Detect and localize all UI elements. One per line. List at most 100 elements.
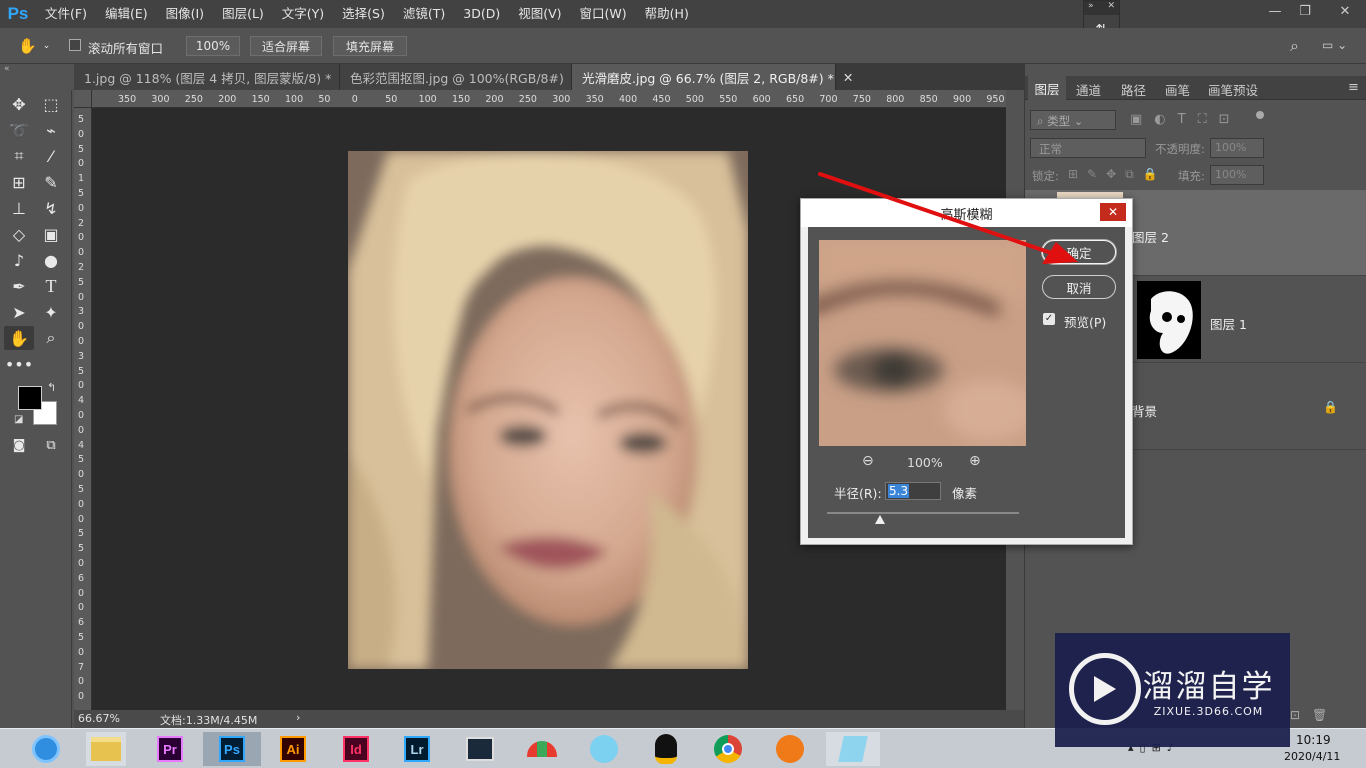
restore-button[interactable]: ❐ — [1290, 0, 1320, 22]
menu-edit[interactable]: 编辑(E) — [96, 0, 157, 28]
dialog-close-button[interactable]: ✕ — [1100, 203, 1126, 221]
menu-help[interactable]: 帮助(H) — [636, 0, 698, 28]
notepad-icon[interactable] — [826, 732, 880, 766]
premiere-icon[interactable]: Pr — [150, 732, 190, 766]
quick-mask-icon[interactable]: ◙ — [6, 434, 32, 456]
close-tab-icon[interactable]: ✕ — [843, 70, 853, 85]
file-explorer-icon[interactable] — [86, 732, 126, 766]
menu-image[interactable]: 图像(I) — [157, 0, 213, 28]
path-select-tool-icon[interactable]: ➤ — [6, 301, 32, 323]
menu-file[interactable]: 文件(F) — [36, 0, 96, 28]
zoom-readout[interactable]: 66.67% — [78, 712, 120, 725]
swap-colors-icon[interactable]: ↰ — [47, 381, 56, 394]
clone-stamp-tool-icon[interactable]: ⊥ — [6, 197, 32, 219]
brush-tool-icon[interactable]: ✎ — [38, 171, 64, 193]
zoom-100-button[interactable]: 100% — [186, 36, 240, 56]
orange-app-icon[interactable] — [770, 732, 810, 766]
tab-brushes[interactable]: 画笔 — [1165, 78, 1190, 100]
radius-slider-track[interactable] — [827, 512, 1019, 514]
dodge-tool-icon[interactable]: ● — [38, 249, 64, 271]
search-icon[interactable]: ⌕ — [1290, 36, 1310, 56]
zoom-out-icon[interactable]: ⊖ — [862, 453, 874, 469]
lightroom-icon[interactable]: Lr — [397, 732, 437, 766]
radius-input[interactable]: 5.3 — [885, 482, 941, 500]
tab-channels[interactable]: 通道 — [1076, 78, 1101, 100]
default-colors-icon[interactable]: ◪ — [14, 414, 23, 425]
menu-type[interactable]: 文字(Y) — [273, 0, 333, 28]
tab-brush-presets[interactable]: 画笔预设 — [1208, 78, 1258, 100]
history-brush-tool-icon[interactable]: ↯ — [38, 197, 64, 219]
menu-layer[interactable]: 图层(L) — [213, 0, 273, 28]
menu-view[interactable]: 视图(V) — [509, 0, 570, 28]
opacity-input[interactable]: 100% — [1210, 138, 1264, 158]
ruler-tick-label: 150 — [452, 94, 471, 105]
minimize-button[interactable]: — — [1260, 0, 1290, 22]
blend-mode-select[interactable]: 正常 — [1030, 138, 1146, 158]
workspace-icon[interactable]: ▭ ⌄ — [1322, 38, 1348, 54]
layer-name[interactable]: 图层 2 — [1132, 227, 1169, 246]
photoshop-taskbar-icon[interactable]: Ps — [203, 732, 261, 766]
video-editor-icon[interactable] — [460, 732, 500, 766]
umbrella-app-icon[interactable] — [522, 732, 562, 766]
layer-footer-icons[interactable]: ⊡🗑 — [1290, 708, 1339, 722]
move-tool-icon[interactable]: ✥ — [6, 93, 32, 115]
quick-select-tool-icon[interactable]: ⌁ — [38, 119, 64, 141]
menu-filter[interactable]: 滤镜(T) — [394, 0, 454, 28]
layer-name[interactable]: 背景 — [1132, 401, 1157, 420]
radius-slider-thumb[interactable] — [875, 515, 885, 524]
lasso-tool-icon[interactable]: ➰ — [6, 119, 32, 141]
foreground-color-swatch-top[interactable] — [18, 386, 42, 410]
doc-size-readout: 文档:1.33M/4.45M — [160, 714, 258, 727]
indesign-icon[interactable]: Id — [336, 732, 376, 766]
collapse-toolbar-icon[interactable]: « — [4, 64, 10, 74]
panel-menu-icon[interactable]: ≡ — [1348, 80, 1359, 95]
status-menu-arrow[interactable]: › — [296, 711, 300, 724]
blur-tool-icon[interactable]: ♪ — [6, 249, 32, 271]
eraser-tool-icon[interactable]: ◇ — [6, 223, 32, 245]
zoom-tool-icon[interactable]: ⌕ — [38, 327, 64, 349]
tab-doc-1[interactable]: 1.jpg @ 118% (图层 4 拷贝, 图层蒙版/8) *✕ — [74, 64, 351, 90]
scroll-all-checkbox[interactable] — [69, 39, 81, 51]
layer-kind-filter[interactable]: ⌕ 类型 ⌄ — [1030, 110, 1116, 130]
close-window-button[interactable]: ✕ — [1330, 0, 1360, 22]
filter-icons[interactable]: ▣◐T⛶⊡ — [1130, 112, 1242, 127]
illustrator-icon[interactable]: Ai — [273, 732, 313, 766]
clock-date[interactable]: 2020/4/11 — [1284, 750, 1340, 763]
menu-select[interactable]: 选择(S) — [333, 0, 394, 28]
fill-input[interactable]: 100% — [1210, 165, 1264, 185]
healing-brush-tool-icon[interactable]: ⊞ — [6, 171, 32, 193]
ruler-origin[interactable] — [74, 90, 92, 108]
fit-screen-button[interactable]: 适合屏幕 — [250, 36, 322, 56]
tab-doc-2[interactable]: 色彩范围抠图.jpg @ 100%(RGB/8#)✕ — [340, 64, 583, 90]
marquee-tool-icon[interactable]: ⬚ — [38, 93, 64, 115]
zoom-in-icon[interactable]: ⊕ — [969, 453, 981, 469]
preview-checkbox[interactable]: ✓ — [1043, 313, 1055, 325]
ruler-tick-label: 5 — [78, 188, 85, 199]
chat-bird-icon[interactable] — [584, 732, 624, 766]
layer-name[interactable]: 图层 1 — [1210, 314, 1247, 333]
gradient-tool-icon[interactable]: ▣ — [38, 223, 64, 245]
browser-icon[interactable] — [26, 732, 66, 766]
screen-mode-icon[interactable]: ⧉ — [38, 434, 64, 456]
shape-tool-icon[interactable]: ✦ — [38, 301, 64, 323]
tab-layers[interactable]: 图层 — [1028, 76, 1066, 100]
type-tool-icon[interactable]: T — [38, 275, 64, 297]
tab-doc-3[interactable]: 光滑磨皮.jpg @ 66.7% (图层 2, RGB/8#) * ✕ — [572, 64, 853, 90]
menu-window[interactable]: 窗口(W) — [571, 0, 636, 28]
eyedropper-tool-icon[interactable]: ⁄ — [38, 145, 64, 167]
tab-paths[interactable]: 路径 — [1121, 78, 1146, 100]
filter-toggle-icon[interactable] — [1256, 111, 1264, 119]
ruler-tick-label: 5 — [78, 543, 85, 555]
hand-tool-icon[interactable]: ✋ — [4, 326, 34, 350]
ps-logo: Ps — [7, 4, 29, 23]
crop-tool-icon[interactable]: ⌗ — [6, 145, 32, 167]
ruler-tick-label: 900 — [953, 94, 972, 105]
edit-toolbar-icon[interactable]: ••• — [5, 353, 33, 375]
qq-icon[interactable] — [646, 732, 686, 766]
pen-tool-icon[interactable]: ✒ — [6, 275, 32, 297]
fill-screen-button[interactable]: 填充屏幕 — [333, 36, 407, 56]
hand-tool-preset-icon[interactable]: ✋ ⌄ — [18, 36, 58, 56]
clock-time[interactable]: 10:19 — [1296, 733, 1331, 747]
menu-3d[interactable]: 3D(D) — [454, 0, 509, 28]
chrome-icon[interactable] — [708, 732, 748, 766]
